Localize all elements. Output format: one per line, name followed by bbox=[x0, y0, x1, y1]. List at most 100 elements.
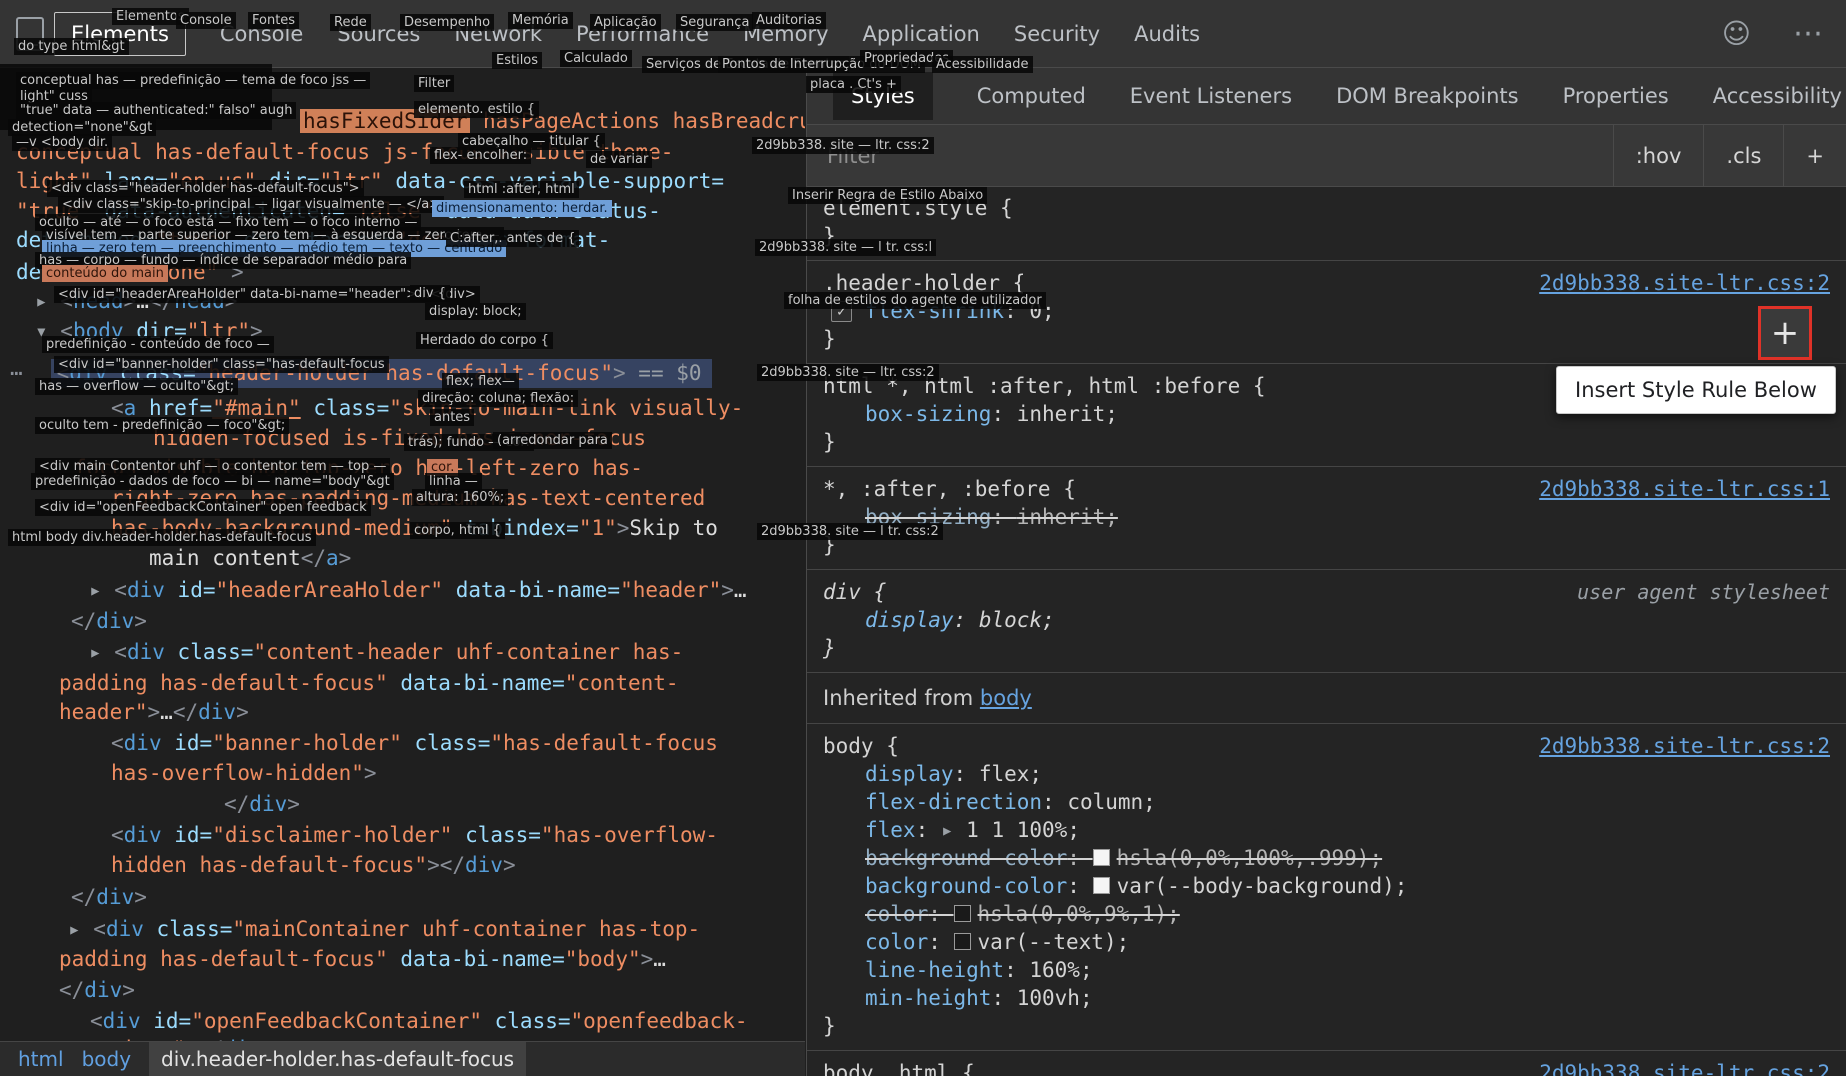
breadcrumb-item[interactable]: body bbox=[82, 1047, 131, 1071]
css-property[interactable]: flex-direction: column; bbox=[823, 788, 1830, 816]
sidebar-tab-computed[interactable]: Computed bbox=[977, 84, 1086, 108]
dom-tree-line[interactable]: ⋯<div class="header-holder has-default-f… bbox=[0, 360, 712, 387]
tab-memory[interactable]: Memory bbox=[743, 22, 828, 46]
sidebar-tab-event-listeners[interactable]: Event Listeners bbox=[1130, 84, 1292, 108]
tab-performance[interactable]: Performance bbox=[576, 22, 709, 46]
rule-selector[interactable]: html *, html :after, html :before { bbox=[823, 372, 1266, 400]
dom-tree-line[interactable]: <a href="#main" class="skip-to-main-link… bbox=[0, 395, 743, 422]
rule-selector[interactable]: body { bbox=[823, 732, 899, 760]
dom-tree-line[interactable]: has-body-background-medium" tabindex="1"… bbox=[0, 515, 718, 542]
dom-tree-line[interactable]: ▸ <div class="mainContainer uhf-containe… bbox=[0, 916, 700, 943]
tab-network[interactable]: Network bbox=[454, 22, 542, 46]
property-name: flex-shrink bbox=[865, 299, 1004, 323]
css-property[interactable]: min-height: 100vh; bbox=[823, 984, 1830, 1012]
sidebar-tab-accessibility[interactable]: Accessibility bbox=[1713, 84, 1842, 108]
expand-arrow-icon[interactable]: ▸ bbox=[941, 818, 966, 842]
breadcrumb-item[interactable]: div.header-holder.has-default-focus bbox=[149, 1042, 526, 1076]
property-name: display bbox=[865, 608, 954, 632]
css-property[interactable]: ✓flex-shrink: 0; bbox=[823, 297, 1830, 325]
dom-tree-line[interactable]: ▾ <body dir="ltr"> bbox=[0, 318, 263, 345]
styles-filter-input[interactable] bbox=[807, 125, 1613, 186]
rule-selector[interactable]: element.style { bbox=[823, 194, 1013, 222]
overridden-property: background-color: hsla(0,0%,100%,.999); bbox=[865, 846, 1382, 870]
dom-tree-line[interactable]: detection="none" > bbox=[0, 259, 244, 286]
rule-selector[interactable]: div { bbox=[823, 578, 886, 606]
styles-filter-bar: :hov .cls + bbox=[807, 125, 1846, 187]
dom-tree-line[interactable]: "true" data-authenticated="false" data-a… bbox=[0, 198, 661, 225]
property-value: 160%; bbox=[1029, 958, 1092, 982]
insert-style-rule-button[interactable]: + bbox=[1758, 306, 1812, 360]
dom-tree-line[interactable]: ▸ <head>…</head> bbox=[0, 288, 237, 315]
css-property[interactable]: color: hsla(0,0%,9%,1); bbox=[823, 900, 1830, 928]
color-swatch[interactable] bbox=[1093, 849, 1110, 866]
new-style-rule-button[interactable]: + bbox=[1783, 125, 1846, 186]
dom-tree-line[interactable]: <div id="disclaimer-holder" class="has-o… bbox=[0, 822, 718, 849]
color-swatch[interactable] bbox=[1093, 877, 1110, 894]
property-name: min-height bbox=[865, 986, 991, 1010]
stylesheet-link[interactable]: 2d9bb338.site-ltr.css:1 bbox=[1539, 475, 1830, 503]
property-name: display bbox=[865, 762, 954, 786]
dom-tree-line[interactable]: </div> bbox=[0, 977, 135, 1004]
css-property[interactable]: color: var(--text); bbox=[823, 928, 1830, 956]
sidebar-tab-styles[interactable]: Styles bbox=[833, 72, 933, 120]
tab-elements[interactable]: Elements bbox=[54, 12, 186, 56]
tab-application[interactable]: Application bbox=[863, 22, 980, 46]
style-rule: body, html {2d9bb338.site-ltr.css:2} bbox=[807, 1051, 1846, 1076]
css-property[interactable]: box-sizing: inherit; bbox=[823, 503, 1830, 531]
breadcrumb-item[interactable]: html bbox=[18, 1047, 64, 1071]
dom-tree-line[interactable]: header">…</div> bbox=[0, 699, 249, 726]
stylesheet-link[interactable]: 2d9bb338.site-ltr.css:2 bbox=[1539, 1059, 1830, 1076]
dom-tree-line[interactable]: hidden-focused is-fixed has-inner-focus bbox=[0, 425, 646, 452]
dom-tree-line[interactable]: determined="true" data-target="docs" ms-… bbox=[0, 227, 610, 254]
tab-sources[interactable]: Sources bbox=[337, 22, 420, 46]
dom-tree-line[interactable]: ▸ <div class="content-header uhf-contain… bbox=[0, 639, 683, 666]
property-checkbox[interactable]: ✓ bbox=[831, 301, 852, 322]
dom-tree-line[interactable]: light" lang="en-us" dir="ltr" data-css-v… bbox=[0, 168, 724, 195]
dom-tree-line[interactable]: <div id="banner-holder" class="has-defau… bbox=[0, 730, 718, 757]
dom-tree-line[interactable]: ▸ <div id="headerAreaHolder" data-bi-nam… bbox=[0, 577, 747, 604]
property-value: hsla(0,0%,100%,.999); bbox=[1117, 846, 1383, 870]
property-name: flex-direction bbox=[865, 790, 1042, 814]
sidebar-tab-properties[interactable]: Properties bbox=[1563, 84, 1669, 108]
property-value: inherit; bbox=[1017, 402, 1118, 426]
rule-selector[interactable]: .header-holder { bbox=[823, 269, 1025, 297]
dom-tree-line[interactable]: <div id="openFeedbackContainer" class="o… bbox=[0, 1008, 748, 1035]
more-menu-icon[interactable]: ⋯ bbox=[1793, 16, 1824, 51]
css-property[interactable]: flex: ▸ 1 1 100%; bbox=[823, 816, 1830, 844]
dom-tree-line[interactable]: </div> bbox=[0, 884, 147, 911]
tab-security[interactable]: Security bbox=[1014, 22, 1100, 46]
feedback-smiley-icon[interactable]: ☺ bbox=[1722, 17, 1751, 50]
css-property[interactable]: background-color: hsla(0,0%,100%,.999); bbox=[823, 844, 1830, 872]
css-property[interactable]: display: block; bbox=[823, 606, 1830, 634]
css-property[interactable]: display: flex; bbox=[823, 760, 1830, 788]
rule-selector[interactable]: *, :after, :before { bbox=[823, 475, 1076, 503]
stylesheet-link[interactable]: 2d9bb338.site-ltr.css:2 bbox=[1539, 269, 1830, 297]
sidebar-tab-dom-breakpoints[interactable]: DOM Breakpoints bbox=[1336, 84, 1519, 108]
dom-tree-line[interactable]: right-zero has-padding-medium has-text-c… bbox=[0, 485, 705, 512]
property-name: background-color bbox=[865, 846, 1067, 870]
inherited-body-link[interactable]: body bbox=[980, 686, 1032, 710]
toggle-hover-state-button[interactable]: :hov bbox=[1613, 125, 1704, 186]
dom-tree-line[interactable]: focus-visible has-top-zero has-left-zero… bbox=[0, 455, 643, 482]
device-toolbar-icon[interactable] bbox=[16, 17, 44, 51]
dom-tree-line[interactable]: padding has-default-focus" data-bi-name=… bbox=[0, 670, 679, 697]
dom-tree-line[interactable]: padding has-default-focus" data-bi-name=… bbox=[0, 946, 666, 973]
property-name: box-sizing bbox=[865, 505, 991, 529]
dom-tree-line[interactable]: has-overflow-hidden"> bbox=[0, 760, 377, 787]
tab-console[interactable]: Console bbox=[220, 22, 303, 46]
node-menu-icon[interactable]: ⋯ bbox=[10, 361, 23, 385]
dom-tree-line[interactable]: conceptual has-default-focus js-focus-vi… bbox=[0, 139, 673, 166]
color-swatch[interactable] bbox=[954, 905, 971, 922]
css-property[interactable]: line-height: 160%; bbox=[823, 956, 1830, 984]
dom-tree-line[interactable]: main content</a> bbox=[0, 545, 351, 572]
css-property[interactable]: background-color: var(--body-background)… bbox=[823, 872, 1830, 900]
color-swatch[interactable] bbox=[954, 933, 971, 950]
toggle-class-button[interactable]: .cls bbox=[1703, 125, 1783, 186]
stylesheet-link[interactable]: 2d9bb338.site-ltr.css:2 bbox=[1539, 732, 1830, 760]
dom-tree-line[interactable]: </div> bbox=[0, 608, 147, 635]
dom-tree-line[interactable]: hidden has-default-focus"></div> bbox=[0, 852, 516, 879]
rule-selector[interactable]: body, html { bbox=[823, 1059, 975, 1076]
style-rule: div {user agent stylesheetdisplay: block… bbox=[807, 570, 1846, 673]
tab-audits[interactable]: Audits bbox=[1134, 22, 1200, 46]
dom-tree-line[interactable]: </div> bbox=[0, 791, 300, 818]
